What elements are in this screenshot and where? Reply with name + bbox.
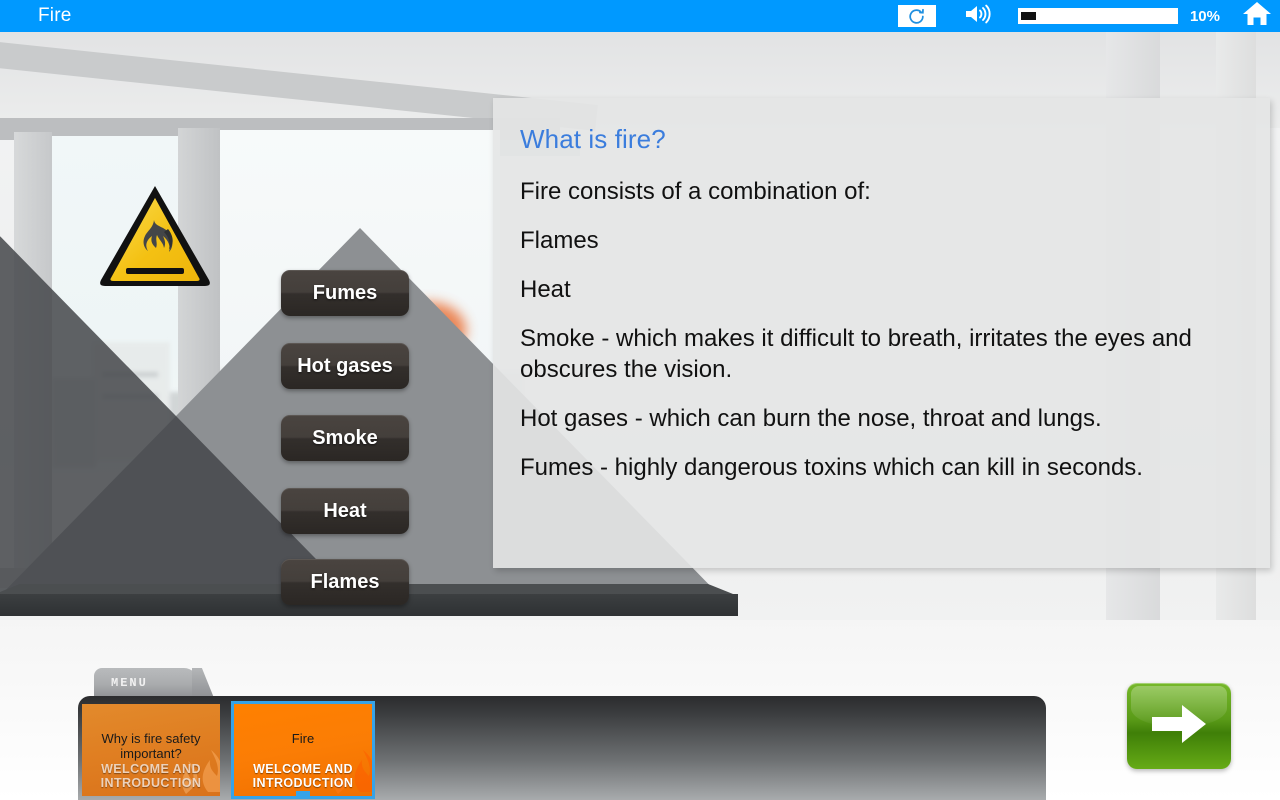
content-panel: What is fire? Fire consists of a combina… [493, 98, 1270, 568]
home-icon [1242, 0, 1272, 32]
slide-thumbnail-list: Why is fire safety important? WELCOME AN… [82, 701, 375, 799]
pyramid-tier-heat[interactable]: Heat [281, 488, 409, 534]
panel-paragraph: Hot gases - which can burn the nose, thr… [520, 404, 1102, 432]
next-button[interactable] [1127, 683, 1231, 769]
pyramid-tier-flames[interactable]: Flames [281, 559, 409, 605]
panel-paragraph: Flames [520, 226, 599, 254]
top-bar: Fire 10% [0, 0, 1280, 32]
progress-percent-label: 10% [1189, 7, 1220, 25]
arrow-right-icon [1148, 700, 1210, 753]
replay-button[interactable] [897, 5, 936, 27]
thumbnail-title: Why is fire safety important? [101, 731, 201, 761]
replay-icon [907, 7, 926, 26]
menu-tab-label: MENU [111, 676, 148, 690]
panel-paragraph: Heat [520, 275, 571, 303]
pyramid-tier-hot-gases[interactable]: Hot gases [281, 343, 409, 389]
app-stage: Fire 10% Fumes Hot gases Smoke Heat Flam… [0, 0, 1280, 800]
home-button[interactable] [1242, 0, 1272, 32]
pyramid-tier-smoke[interactable]: Smoke [281, 415, 409, 461]
thumbnail-subtitle: WELCOME AND INTRODUCTION [252, 762, 354, 790]
pyramid-tier-label: Flames [310, 570, 380, 593]
progress-track[interactable] [1017, 8, 1178, 24]
speaker-icon [964, 2, 994, 31]
thumbnail-subtitle: WELCOME AND INTRODUCTION [100, 762, 202, 790]
thumbnail-title: Fire [291, 731, 315, 746]
top-bar-controls: 10% [897, 0, 1280, 32]
pyramid-tier-label: Smoke [312, 426, 378, 449]
slide-thumbnail-2[interactable]: Fire WELCOME AND INTRODUCTION [231, 701, 375, 799]
panel-paragraph: Fumes - highly dangerous toxins which ca… [520, 453, 1143, 481]
progress-control[interactable]: 10% [1017, 7, 1242, 25]
pyramid-tier-fumes[interactable]: Fumes [281, 270, 409, 316]
pyramid-tier-label: Hot gases [297, 354, 393, 377]
panel-heading: What is fire? [520, 124, 666, 154]
flammable-hazard-icon [96, 180, 214, 292]
volume-button[interactable] [964, 2, 994, 31]
progress-fill [1020, 12, 1037, 20]
page-title: Fire [38, 5, 72, 26]
pyramid-tier-label: Fumes [312, 281, 378, 304]
slide-thumbnail-1[interactable]: Why is fire safety important? WELCOME AN… [82, 704, 220, 796]
panel-paragraph: Fire consists of a combination of: [520, 178, 871, 205]
pyramid-tier-label: Heat [323, 499, 367, 522]
menu-tab[interactable]: MENU [94, 668, 198, 698]
panel-paragraph: Smoke - which makes it difficult to brea… [520, 324, 1192, 383]
